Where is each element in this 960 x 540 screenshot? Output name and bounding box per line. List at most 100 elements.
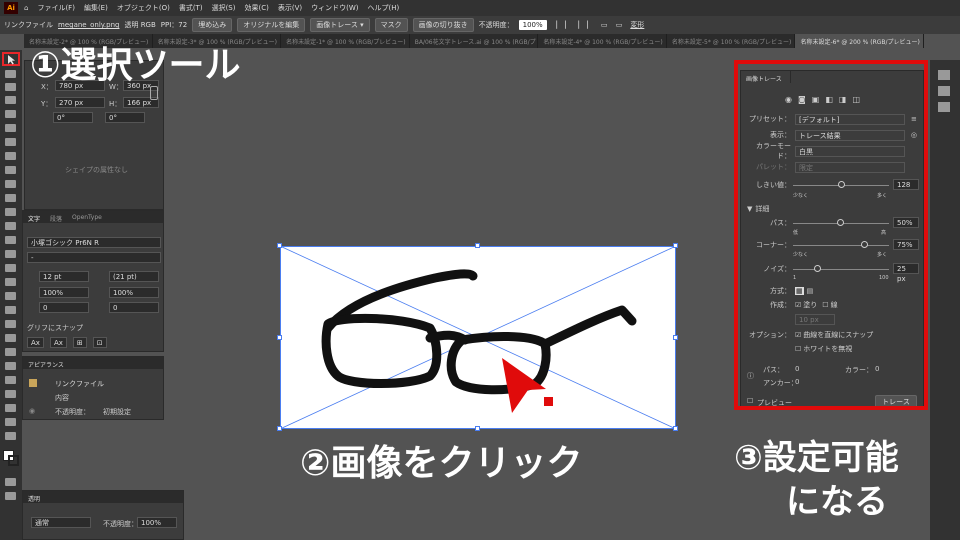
transparency-opacity-field[interactable]: 100%	[137, 517, 177, 528]
kerning-field[interactable]: 0	[39, 302, 89, 313]
align-icons[interactable]: ▕ ▏▕ ▏ ▭ ▭	[552, 21, 626, 29]
warp-tool-icon[interactable]	[5, 250, 16, 258]
direct-select-tool-icon[interactable]	[5, 70, 16, 78]
doc-tab-active[interactable]: 名称未設定-6* @ 200 % (RGB/プレビュー)	[795, 34, 925, 48]
handle-tm[interactable]	[475, 243, 480, 248]
handle-tr[interactable]	[673, 243, 678, 248]
blend-tool-icon[interactable]	[5, 348, 16, 356]
transparency-panel: 透明 通常 不透明度： 100%	[22, 490, 184, 540]
tracking-field[interactable]: 0	[109, 302, 159, 313]
font-style-select[interactable]: -	[27, 252, 161, 263]
ellipse-tool-icon[interactable]	[5, 166, 16, 174]
doc-tab[interactable]: 名称未設定-5* @ 100 % (RGB/プレビュー)	[667, 34, 796, 48]
hand-tool-icon[interactable]	[5, 418, 16, 426]
link-file-label: リンクファイル	[4, 21, 53, 29]
stroke-swatch[interactable]	[8, 455, 19, 466]
right-dock	[930, 60, 960, 540]
handle-bl[interactable]	[277, 426, 282, 431]
mask-button[interactable]: マスク	[374, 18, 408, 32]
annotation-step3-line1: ③設定可能	[734, 438, 899, 478]
horizontal-scale-field[interactable]: 100%	[109, 287, 159, 298]
snap-glyph-bounds-icon[interactable]: ⊞	[72, 337, 87, 348]
trace-panel-highlight	[734, 60, 928, 410]
lasso-tool-icon[interactable]	[5, 96, 16, 104]
draw-mode-icon[interactable]	[5, 478, 16, 486]
libraries-icon[interactable]	[938, 86, 950, 96]
scale-tool-icon[interactable]	[5, 236, 16, 244]
snap-baseline-icon[interactable]: Ax	[27, 337, 44, 348]
menu-type[interactable]: 書式(T)	[179, 3, 203, 13]
handle-bm[interactable]	[475, 426, 480, 431]
eraser-tool-icon[interactable]	[5, 208, 16, 216]
font-size-field[interactable]: 12 pt	[39, 271, 89, 282]
appearance-opacity-value[interactable]: 初期設定	[103, 407, 131, 417]
magic-wand-tool-icon[interactable]	[5, 83, 16, 91]
doc-tab[interactable]: 名称未設定-4* @ 100 % (RGB/プレビュー)	[538, 34, 667, 48]
tab-opentype[interactable]: OpenType	[72, 214, 102, 221]
menu-window[interactable]: ウィンドウ(W)	[311, 3, 358, 13]
snap-xheight-icon[interactable]: Ax	[49, 337, 67, 348]
symbol-sprayer-tool-icon[interactable]	[5, 362, 16, 370]
handle-ml[interactable]	[277, 335, 282, 340]
handle-tl[interactable]	[277, 243, 282, 248]
glyph-snap-buttons[interactable]: Ax Ax ⊞ ⊡	[27, 337, 107, 348]
menu-object[interactable]: オブジェクト(O)	[117, 3, 170, 13]
curvature-tool-icon[interactable]	[5, 124, 16, 132]
gradient-tool-icon[interactable]	[5, 320, 16, 328]
slice-tool-icon[interactable]	[5, 404, 16, 412]
rotate-tool-icon[interactable]	[5, 222, 16, 230]
properties-icon[interactable]	[938, 70, 950, 80]
zoom-tool-icon[interactable]	[5, 432, 16, 440]
tab-character[interactable]: 文字	[28, 214, 40, 223]
screen-mode-icon[interactable]	[5, 492, 16, 500]
embed-button[interactable]: 埋め込み	[192, 18, 233, 32]
selection-tool-button[interactable]	[2, 52, 20, 66]
pencil-tool-icon[interactable]	[5, 194, 16, 202]
appearance-item[interactable]: リンクファイル	[55, 379, 104, 389]
blend-mode-select[interactable]: 通常	[31, 517, 91, 528]
color-info: 透明 RGB	[124, 21, 156, 29]
artboard-tool-icon[interactable]	[5, 390, 16, 398]
menu-view[interactable]: 表示(V)	[278, 3, 302, 13]
linked-file-thumbnail	[29, 379, 37, 387]
angle-field[interactable]: 0°	[53, 112, 93, 123]
snap-proximity-icon[interactable]: ⊡	[92, 337, 107, 348]
image-trace-button[interactable]: 画像トレース ▾	[310, 18, 370, 32]
handle-mr[interactable]	[673, 335, 678, 340]
mesh-tool-icon[interactable]	[5, 306, 16, 314]
opacity-field[interactable]: 100%	[518, 20, 547, 30]
crop-image-button[interactable]: 画像の切り抜き	[412, 18, 474, 32]
eyedropper-tool-icon[interactable]	[5, 334, 16, 342]
menu-effect[interactable]: 効果(C)	[244, 3, 268, 13]
filename-link[interactable]: megane_only.png	[58, 21, 119, 29]
doc-tab[interactable]: BA/06花文字トレース.ai @ 100 % (RGB/プレビュー)	[410, 34, 539, 48]
appearance-content[interactable]: 内容	[55, 393, 69, 403]
constrain-proportions-icon[interactable]	[150, 86, 158, 100]
graph-tool-icon[interactable]	[5, 376, 16, 384]
font-family-select[interactable]: 小塚ゴシック Pr6N R	[27, 237, 161, 248]
y-field[interactable]: 270 px	[55, 97, 105, 108]
menu-file[interactable]: ファイル(F)	[37, 3, 75, 13]
handle-br[interactable]	[673, 426, 678, 431]
pen-tool-icon[interactable]	[5, 110, 16, 118]
shape-builder-tool-icon[interactable]	[5, 278, 16, 286]
type-tool-icon[interactable]	[5, 138, 16, 146]
line-tool-icon[interactable]	[5, 152, 16, 160]
home-icon[interactable]: ⌂	[24, 4, 28, 12]
visibility-eye-icon[interactable]: ◉	[29, 407, 35, 415]
vertical-scale-field[interactable]: 100%	[39, 287, 89, 298]
leading-field[interactable]: (21 pt)	[109, 271, 159, 282]
symbols-icon[interactable]	[938, 102, 950, 112]
transform-link[interactable]: 変形	[630, 20, 644, 30]
menu-help[interactable]: ヘルプ(H)	[368, 3, 400, 13]
free-transform-tool-icon[interactable]	[5, 264, 16, 272]
tab-paragraph[interactable]: 段落	[50, 214, 62, 223]
edit-original-button[interactable]: オリジナルを編集	[237, 18, 306, 32]
doc-tab[interactable]: 名称未設定-1* @ 100 % (RGB/プレビュー)	[281, 34, 410, 48]
menu-edit[interactable]: 編集(E)	[84, 3, 108, 13]
perspective-tool-icon[interactable]	[5, 292, 16, 300]
shear-field[interactable]: 0°	[105, 112, 145, 123]
menu-select[interactable]: 選択(S)	[212, 3, 236, 13]
paintbrush-tool-icon[interactable]	[5, 180, 16, 188]
control-bar: リンクファイル megane_only.png 透明 RGB PPI：72 埋め…	[0, 16, 960, 34]
